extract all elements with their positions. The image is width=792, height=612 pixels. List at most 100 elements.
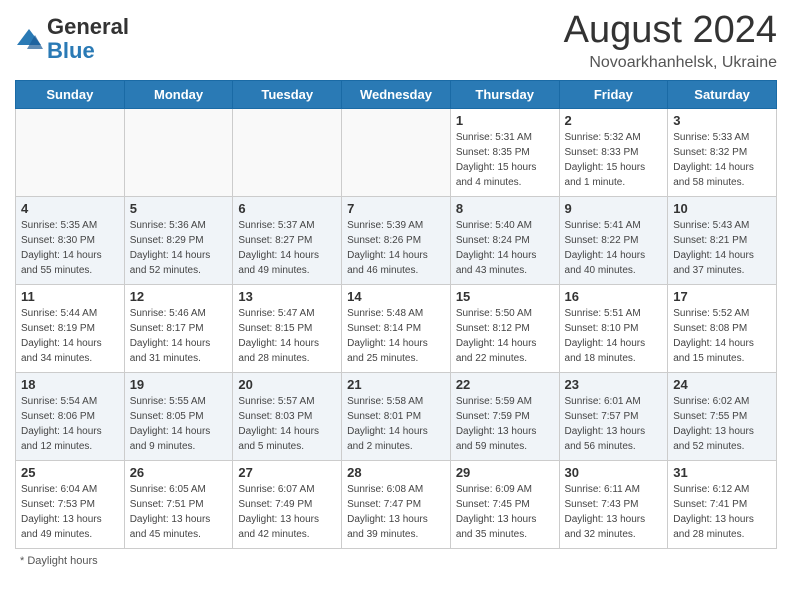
calendar-cell: 16 Sunrise: 5:51 AMSunset: 8:10 PMDayligh… xyxy=(559,284,668,372)
day-info: Sunrise: 5:33 AMSunset: 8:32 PMDaylight:… xyxy=(673,130,771,190)
day-number: 23 xyxy=(565,377,663,392)
calendar-cell: 4Sunrise: 5:35 AMSunset: 8:30 PMDaylight… xyxy=(16,196,125,284)
day-info: Sunrise: 5:32 AMSunset: 8:33 PMDaylight:… xyxy=(565,130,663,190)
day-number: 26 xyxy=(130,465,228,480)
title-block: August 2024 Novoarkhanhelsk, Ukraine xyxy=(564,10,777,72)
calendar-cell: 14Sunrise: 5:48 AMSunset: 8:14 PMDayligh… xyxy=(342,284,451,372)
day-number: 3 xyxy=(673,113,771,128)
main-title: August 2024 xyxy=(564,10,777,52)
day-number: 20 xyxy=(238,377,336,392)
day-number: 5 xyxy=(130,201,228,216)
day-number: 15 xyxy=(456,289,554,304)
calendar-cell: 9Sunrise: 5:41 AMSunset: 8:22 PMDaylight… xyxy=(559,196,668,284)
day-info: Sunrise: 5:46 AMSunset: 8:17 PMDaylight:… xyxy=(130,306,228,366)
day-info: Sunrise: 5:50 AMSunset: 8:12 PMDaylight:… xyxy=(456,306,554,366)
day-number: 25 xyxy=(21,465,119,480)
calendar-day-header: Wednesday xyxy=(342,80,451,108)
day-number: 31 xyxy=(673,465,771,480)
day-number: 7 xyxy=(347,201,445,216)
day-number: 28 xyxy=(347,465,445,480)
calendar-cell: 7 Sunrise: 5:39 AMSunset: 8:26 PMDaylight… xyxy=(342,196,451,284)
calendar-week-row: 11Sunrise: 5:44 AMSunset: 8:19 PMDayligh… xyxy=(16,284,777,372)
calendar-cell: 20 Sunrise: 5:57 AMSunset: 8:03 PMDayligh… xyxy=(233,372,342,460)
day-info: Sunrise: 6:01 AMSunset: 7:57 PMDaylight:… xyxy=(565,394,663,454)
calendar-day-header: Saturday xyxy=(668,80,777,108)
day-number: 30 xyxy=(565,465,663,480)
day-number: 24 xyxy=(673,377,771,392)
day-info: Sunrise: 6:05 AMSunset: 7:51 PMDaylight:… xyxy=(130,482,228,542)
calendar-cell: 12Sunrise: 5:46 AMSunset: 8:17 PMDayligh… xyxy=(124,284,233,372)
calendar-cell: 2 Sunrise: 5:32 AMSunset: 8:33 PMDaylight… xyxy=(559,108,668,196)
calendar-week-row: 4Sunrise: 5:35 AMSunset: 8:30 PMDaylight… xyxy=(16,196,777,284)
calendar-day-header: Sunday xyxy=(16,80,125,108)
day-info: Sunrise: 5:59 AMSunset: 7:59 PMDaylight:… xyxy=(456,394,554,454)
day-number: 22 xyxy=(456,377,554,392)
calendar-cell: 28 Sunrise: 6:08 AMSunset: 7:47 PMDayligh… xyxy=(342,460,451,548)
day-info: Sunrise: 6:09 AMSunset: 7:45 PMDaylight:… xyxy=(456,482,554,542)
calendar-cell: 23 Sunrise: 6:01 AMSunset: 7:57 PMDayligh… xyxy=(559,372,668,460)
day-info: Sunrise: 5:36 AMSunset: 8:29 PMDaylight:… xyxy=(130,218,228,278)
calendar-cell xyxy=(233,108,342,196)
calendar-cell: 17Sunrise: 5:52 AMSunset: 8:08 PMDayligh… xyxy=(668,284,777,372)
calendar-cell: 24 Sunrise: 6:02 AMSunset: 7:55 PMDayligh… xyxy=(668,372,777,460)
calendar-cell: 1 Sunrise: 5:31 AMSunset: 8:35 PMDaylight… xyxy=(450,108,559,196)
day-info: Sunrise: 5:54 AMSunset: 8:06 PMDaylight:… xyxy=(21,394,119,454)
day-info: Sunrise: 5:39 AMSunset: 8:26 PMDaylight:… xyxy=(347,218,445,278)
day-info: Sunrise: 5:51 AMSunset: 8:10 PMDaylight:… xyxy=(565,306,663,366)
calendar-cell: 5 Sunrise: 5:36 AMSunset: 8:29 PMDaylight… xyxy=(124,196,233,284)
day-info: Sunrise: 6:07 AMSunset: 7:49 PMDaylight:… xyxy=(238,482,336,542)
subtitle: Novoarkhanhelsk, Ukraine xyxy=(564,54,777,72)
day-info: Sunrise: 6:04 AMSunset: 7:53 PMDaylight:… xyxy=(21,482,119,542)
day-info: Sunrise: 6:08 AMSunset: 7:47 PMDaylight:… xyxy=(347,482,445,542)
calendar-cell: 29 Sunrise: 6:09 AMSunset: 7:45 PMDayligh… xyxy=(450,460,559,548)
day-number: 16 xyxy=(565,289,663,304)
day-info: Sunrise: 5:43 AMSunset: 8:21 PMDaylight:… xyxy=(673,218,771,278)
footer-note: * Daylight hours xyxy=(15,555,777,567)
calendar-cell: 30 Sunrise: 6:11 AMSunset: 7:43 PMDayligh… xyxy=(559,460,668,548)
calendar-day-header: Tuesday xyxy=(233,80,342,108)
day-number: 18 xyxy=(21,377,119,392)
calendar-cell: 21 Sunrise: 5:58 AMSunset: 8:01 PMDayligh… xyxy=(342,372,451,460)
calendar-cell: 22 Sunrise: 5:59 AMSunset: 7:59 PMDayligh… xyxy=(450,372,559,460)
day-number: 9 xyxy=(565,201,663,216)
day-number: 19 xyxy=(130,377,228,392)
day-number: 13 xyxy=(238,289,336,304)
day-number: 1 xyxy=(456,113,554,128)
calendar-week-row: 25 Sunrise: 6:04 AMSunset: 7:53 PMDayligh… xyxy=(16,460,777,548)
logo: General Blue xyxy=(15,15,129,63)
calendar-cell: 11Sunrise: 5:44 AMSunset: 8:19 PMDayligh… xyxy=(16,284,125,372)
calendar-cell: 31 Sunrise: 6:12 AMSunset: 7:41 PMDayligh… xyxy=(668,460,777,548)
day-info: Sunrise: 6:02 AMSunset: 7:55 PMDaylight:… xyxy=(673,394,771,454)
day-info: Sunrise: 5:57 AMSunset: 8:03 PMDaylight:… xyxy=(238,394,336,454)
calendar-cell: 15 Sunrise: 5:50 AMSunset: 8:12 PMDayligh… xyxy=(450,284,559,372)
day-info: Sunrise: 5:31 AMSunset: 8:35 PMDaylight:… xyxy=(456,130,554,190)
calendar-cell: 25 Sunrise: 6:04 AMSunset: 7:53 PMDayligh… xyxy=(16,460,125,548)
day-number: 27 xyxy=(238,465,336,480)
calendar-cell: 3 Sunrise: 5:33 AMSunset: 8:32 PMDaylight… xyxy=(668,108,777,196)
calendar-day-header: Friday xyxy=(559,80,668,108)
day-info: Sunrise: 5:48 AMSunset: 8:14 PMDaylight:… xyxy=(347,306,445,366)
day-info: Sunrise: 5:58 AMSunset: 8:01 PMDaylight:… xyxy=(347,394,445,454)
day-info: Sunrise: 5:40 AMSunset: 8:24 PMDaylight:… xyxy=(456,218,554,278)
calendar-cell: 26 Sunrise: 6:05 AMSunset: 7:51 PMDayligh… xyxy=(124,460,233,548)
day-number: 4 xyxy=(21,201,119,216)
day-number: 29 xyxy=(456,465,554,480)
day-info: Sunrise: 6:12 AMSunset: 7:41 PMDaylight:… xyxy=(673,482,771,542)
calendar-week-row: 1 Sunrise: 5:31 AMSunset: 8:35 PMDaylight… xyxy=(16,108,777,196)
calendar-day-header: Thursday xyxy=(450,80,559,108)
day-info: Sunrise: 6:11 AMSunset: 7:43 PMDaylight:… xyxy=(565,482,663,542)
logo-blue-text: Blue xyxy=(47,38,95,63)
day-number: 2 xyxy=(565,113,663,128)
logo-general-text: General xyxy=(47,14,129,39)
header: General Blue August 2024 Novoarkhanhelsk… xyxy=(15,10,777,72)
day-number: 21 xyxy=(347,377,445,392)
day-number: 10 xyxy=(673,201,771,216)
calendar-cell: 27 Sunrise: 6:07 AMSunset: 7:49 PMDayligh… xyxy=(233,460,342,548)
day-number: 6 xyxy=(238,201,336,216)
calendar-cell: 19 Sunrise: 5:55 AMSunset: 8:05 PMDayligh… xyxy=(124,372,233,460)
calendar-week-row: 18 Sunrise: 5:54 AMSunset: 8:06 PMDayligh… xyxy=(16,372,777,460)
calendar-header-row: SundayMondayTuesdayWednesdayThursdayFrid… xyxy=(16,80,777,108)
calendar-cell xyxy=(16,108,125,196)
day-info: Sunrise: 5:55 AMSunset: 8:05 PMDaylight:… xyxy=(130,394,228,454)
calendar-day-header: Monday xyxy=(124,80,233,108)
